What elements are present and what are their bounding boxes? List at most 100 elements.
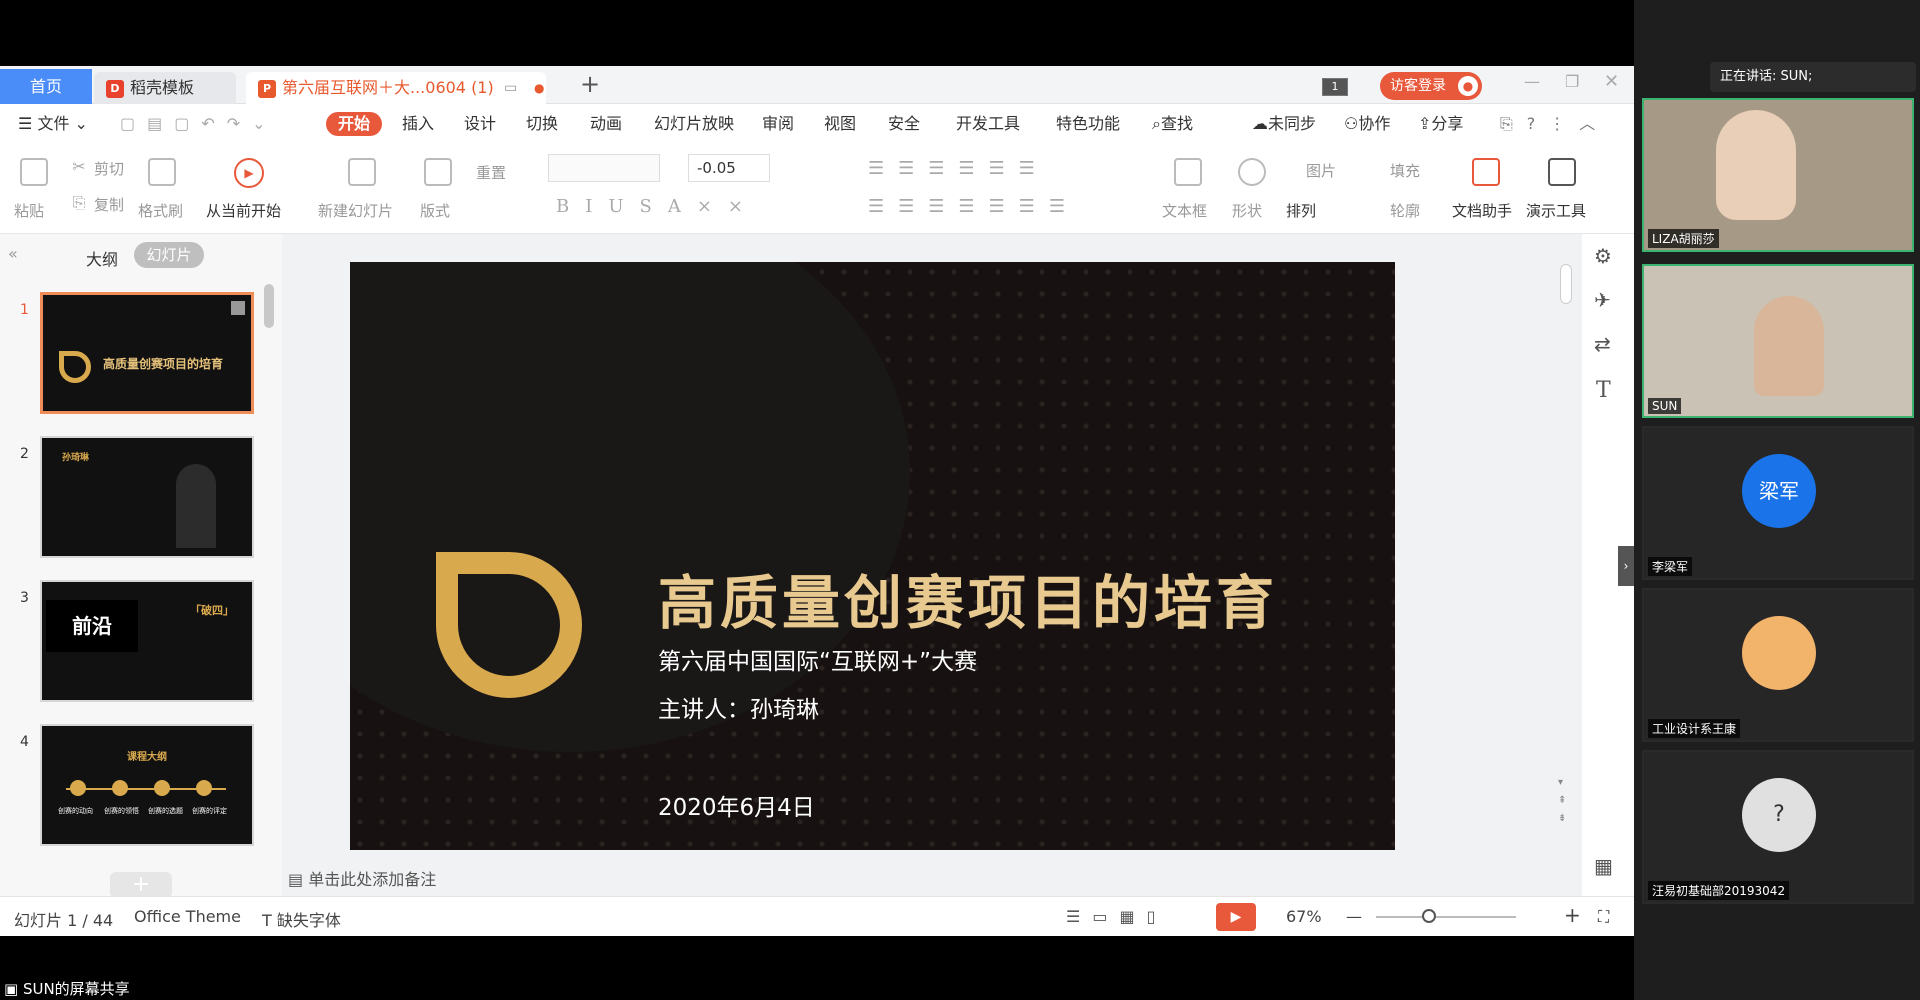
paragraph-icons[interactable]: ☰☰☰☰☰☰ — [868, 158, 1049, 179]
font-style-icons[interactable]: BIUSA×× — [556, 196, 759, 217]
zoom-level[interactable]: 67% — [1286, 907, 1322, 926]
share-button[interactable]: ⇪分享 — [1418, 112, 1463, 136]
outline-label[interactable]: 轮廓 — [1390, 200, 1420, 221]
tab-home[interactable]: 首页 — [0, 69, 92, 104]
format-brush-icon[interactable] — [148, 158, 176, 186]
layout-icon[interactable] — [424, 158, 452, 186]
slide-circle-shape — [350, 262, 910, 752]
monitor-icon[interactable]: ▭ — [504, 72, 517, 104]
collapse-icon[interactable]: « — [8, 244, 18, 263]
slide-thumb-4[interactable]: 课程大纲 创赛的动向 创赛的领悟 创赛的选题 创赛的评定 — [40, 724, 254, 846]
timeline-label: 创赛的选题 — [148, 807, 183, 815]
tab-devtools[interactable]: 开发工具 — [956, 112, 1020, 136]
sync-button[interactable]: ☁未同步 — [1252, 112, 1316, 136]
textbox-label[interactable]: 文本框 — [1162, 200, 1207, 221]
tab-slideshow[interactable]: 幻灯片放映 — [654, 112, 734, 136]
window-count-icon[interactable]: 1 — [1322, 78, 1348, 96]
close-icon[interactable]: ✕ — [1604, 71, 1619, 92]
tab-template[interactable]: D 稻壳模板 — [94, 72, 236, 104]
panel-scrollbar[interactable] — [264, 284, 274, 328]
slide-thumb-1[interactable]: 高质量创赛项目的培育 — [40, 292, 254, 414]
video-tile-liza[interactable]: LIZA胡丽莎 — [1642, 98, 1914, 252]
video-tile-wangyichu[interactable]: ? 汪易初基础部20193042 — [1642, 750, 1914, 904]
more-icons[interactable]: ⎘?⋮︿ — [1500, 112, 1609, 136]
shape-label[interactable]: 形状 — [1232, 200, 1262, 221]
tab-special[interactable]: 特色功能 — [1056, 112, 1120, 136]
slide-thumb-2[interactable]: 孙琦琳 — [40, 436, 254, 558]
canvas-scrollbar[interactable] — [1560, 264, 1572, 304]
missing-font-button[interactable]: T 缺失字体 — [262, 907, 341, 931]
zoom-in-icon[interactable]: + — [1564, 903, 1581, 927]
scissors-icon[interactable]: ✂ — [70, 158, 88, 176]
tab-insert[interactable]: 插入 — [402, 112, 434, 136]
reset-label[interactable]: 重置 — [476, 162, 506, 183]
tab-slides[interactable]: 幻灯片 — [134, 242, 204, 268]
slide-thumb-3[interactable]: 前沿 「破四」 — [40, 580, 254, 702]
tab-security[interactable]: 安全 — [888, 112, 920, 136]
tab-animation[interactable]: 动画 — [590, 112, 622, 136]
avatar: 梁军 — [1742, 454, 1816, 528]
zoom-slider[interactable] — [1376, 916, 1516, 918]
current-slide[interactable]: 高质量创赛项目的培育 第六届中国国际“互联网+”大赛 主讲人：孙琦琳 2020年… — [350, 262, 1395, 850]
restore-icon[interactable]: ❐ — [1565, 72, 1579, 91]
share-icon: ⇪ — [1418, 114, 1432, 133]
textbox-icon[interactable] — [1174, 158, 1202, 186]
align-icons[interactable]: ☰☰☰☰☰☰☰ — [868, 196, 1079, 217]
video-tile-liangjun[interactable]: 梁军 李梁军 — [1642, 426, 1914, 580]
arrange-label[interactable]: 排列 — [1286, 200, 1316, 221]
theme-name[interactable]: Office Theme — [134, 907, 241, 926]
paste-label[interactable]: 粘贴 — [14, 200, 44, 221]
find-button[interactable]: ⌕查找 — [1152, 112, 1193, 136]
picture-label[interactable]: 图片 — [1306, 160, 1336, 181]
expand-panel-icon[interactable]: › — [1618, 546, 1634, 586]
tab-view[interactable]: 视图 — [824, 112, 856, 136]
grid-icon[interactable]: ▦ — [1594, 854, 1613, 878]
tab-review[interactable]: 审阅 — [762, 112, 794, 136]
fit-window-icon[interactable]: ⛶ — [1598, 907, 1609, 927]
tab-design[interactable]: 设计 — [464, 112, 496, 136]
doc-helper-icon[interactable] — [1472, 158, 1500, 186]
collab-button[interactable]: ⚇协作 — [1344, 112, 1390, 136]
paste-icon[interactable] — [20, 158, 48, 186]
presenter-label[interactable]: 演示工具 — [1526, 200, 1586, 221]
new-slide-label[interactable]: 新建幻灯片 — [318, 200, 393, 221]
layout-label[interactable]: 版式 — [420, 200, 450, 221]
cut-label[interactable]: 剪切 — [94, 158, 124, 179]
login-button[interactable]: 访客登录 ● — [1380, 72, 1482, 100]
copy-label[interactable]: 复制 — [94, 194, 124, 215]
format-brush-label[interactable]: 格式刷 — [138, 200, 183, 221]
notes-field[interactable]: ▤ 单击此处添加备注 — [288, 866, 436, 890]
add-slide-button[interactable]: + — [110, 872, 172, 898]
zoom-slider-handle[interactable] — [1422, 909, 1436, 923]
tab-transition[interactable]: 切换 — [526, 112, 558, 136]
zoom-out-icon[interactable]: — — [1346, 907, 1362, 926]
new-slide-icon[interactable] — [348, 158, 376, 186]
thumb-name: 孙琦琳 — [62, 453, 90, 463]
text-icon[interactable]: T — [1596, 378, 1611, 403]
view-mode-icons[interactable]: ☰▭▦▯ — [1066, 907, 1167, 926]
tab-document[interactable]: P 第六届互联网＋大...0604 (1) ▭ ● — [246, 72, 546, 104]
from-current-label[interactable]: 从当前开始 — [206, 200, 281, 221]
transition-icon[interactable]: ⇄ — [1594, 332, 1611, 356]
menu-file[interactable]: ☰ 文件 ⌄ — [18, 112, 88, 136]
slide-number: 4 — [20, 734, 29, 750]
minimize-icon[interactable]: — — [1524, 72, 1540, 91]
scroll-arrows-icon[interactable]: ▾ ⇞ ⇟ — [1558, 774, 1566, 828]
shape-icon[interactable] — [1238, 158, 1266, 186]
fill-label[interactable]: 填充 — [1390, 160, 1420, 181]
font-size-field[interactable]: -0.05 — [688, 154, 770, 182]
copy-icon[interactable]: ⎘ — [70, 194, 88, 212]
quick-access-icons[interactable]: ▢▤▢↶↷⌄ — [120, 112, 278, 136]
play-slideshow-button[interactable]: ▶ — [1216, 903, 1256, 931]
presenter-icon[interactable] — [1548, 158, 1576, 186]
doc-helper-label[interactable]: 文档助手 — [1452, 200, 1512, 221]
font-name-field[interactable] — [548, 154, 660, 182]
video-tile-sun[interactable]: SUN — [1642, 264, 1914, 418]
tab-outline[interactable]: 大纲 — [86, 246, 118, 270]
video-tile-wangkang[interactable]: 工业设计系王康 — [1642, 588, 1914, 742]
tab-start[interactable]: 开始 — [326, 112, 383, 136]
pin-icon[interactable]: ✈ — [1594, 288, 1611, 312]
settings-icon[interactable]: ⚙ — [1594, 244, 1612, 268]
play-icon[interactable]: ▶ — [234, 158, 264, 188]
new-tab-button[interactable]: + — [580, 70, 600, 98]
